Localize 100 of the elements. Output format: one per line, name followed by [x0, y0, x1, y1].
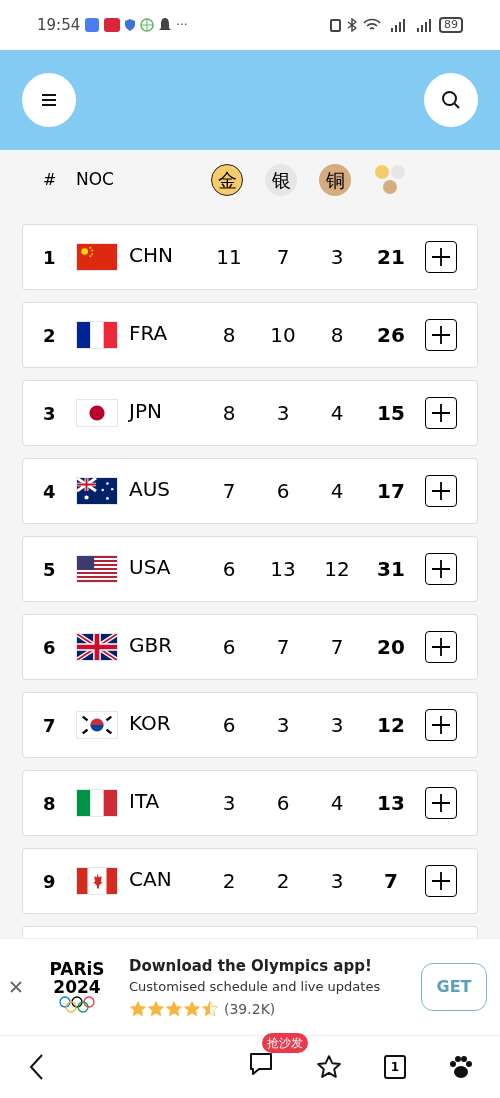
plus-icon: [431, 247, 451, 267]
bluetooth-icon: [347, 18, 357, 32]
menu-icon: [41, 93, 57, 107]
total-count: 21: [376, 244, 406, 271]
expand-button[interactable]: [425, 865, 457, 897]
noc-code: KOR: [129, 710, 172, 737]
first-medal-count: 2: [221, 868, 237, 895]
noc-code: FRA: [129, 320, 169, 347]
close-icon: [9, 980, 23, 994]
close-button[interactable]: [9, 980, 23, 994]
rank: 7: [43, 713, 57, 738]
second-medal-count: 7: [275, 634, 291, 661]
favorite-button[interactable]: [316, 1054, 342, 1080]
comment-button[interactable]: [248, 1050, 274, 1077]
expand-button[interactable]: [425, 553, 457, 585]
rank: 5: [43, 557, 57, 582]
flag-icon: [76, 711, 118, 739]
expand-button[interactable]: [425, 241, 457, 273]
total-count: 17: [376, 478, 406, 505]
star-icon: [316, 1054, 342, 1080]
more-notifications: ···: [176, 17, 188, 34]
ad-title: Download the Olympics app!: [129, 955, 373, 977]
plus-icon: [431, 325, 451, 345]
third-medal-count: 3: [329, 868, 345, 895]
shield-icon: [125, 19, 136, 31]
search-button[interactable]: [424, 73, 478, 127]
first-medal-count: 7: [221, 478, 237, 505]
first-medal-count: 6: [221, 634, 237, 661]
second-medal-count: 3: [275, 400, 291, 427]
tabs-button[interactable]: 1: [384, 1055, 406, 1079]
plus-icon: [431, 637, 451, 657]
third-medal-count: 4: [329, 478, 345, 505]
bell-icon: [159, 18, 172, 32]
noc-code: GBR: [129, 632, 174, 659]
wifi-icon: [363, 18, 381, 32]
search-icon: [441, 90, 461, 110]
first-medal-count: 6: [221, 712, 237, 739]
second-medal-count: 3: [275, 712, 291, 739]
rank: 6: [43, 635, 57, 660]
total-count: 15: [376, 400, 406, 427]
paw-icon: [448, 1054, 474, 1080]
comment-icon: [248, 1050, 274, 1077]
nfc-icon: [330, 18, 341, 32]
second-medal-count: 6: [275, 790, 291, 817]
plus-icon: [431, 559, 451, 579]
first-medal-count: 11: [215, 244, 243, 271]
total-count: 13: [376, 790, 406, 817]
third-medal-count: 4: [329, 790, 345, 817]
second-medal-header: 银: [265, 164, 297, 196]
second-medal-count: 10: [269, 322, 297, 349]
third-medal-count: 7: [329, 634, 345, 661]
status-time: 19:54: [37, 14, 81, 36]
plus-icon: [431, 403, 451, 423]
expand-button[interactable]: [425, 475, 457, 507]
third-medal-count: 12: [323, 556, 351, 583]
expand-button[interactable]: [425, 631, 457, 663]
first-medal-count: 8: [221, 400, 237, 427]
expand-button[interactable]: [425, 319, 457, 351]
flag-icon: [76, 867, 118, 895]
total-count: 12: [376, 712, 406, 739]
rank: 9: [43, 869, 57, 894]
flag-icon: [76, 321, 118, 349]
expand-button[interactable]: [425, 787, 457, 819]
globe-icon: [140, 18, 155, 32]
second-medal-count: 13: [269, 556, 297, 583]
first-medal-count: 6: [221, 556, 237, 583]
expand-button[interactable]: [425, 709, 457, 741]
star-icon: [147, 1000, 165, 1018]
noc-code: JPN: [129, 398, 163, 425]
total-count: 7: [383, 868, 399, 895]
noc-code: USA: [129, 554, 172, 581]
flag-icon: [76, 555, 118, 583]
flag-icon: [76, 633, 118, 661]
star-icon: [183, 1000, 201, 1018]
flag-icon: [76, 399, 118, 427]
third-medal-header: 铜: [319, 164, 351, 196]
total-count: 20: [376, 634, 406, 661]
second-medal-count: 7: [275, 244, 291, 271]
rank-column-header: #: [43, 169, 58, 191]
menu-button[interactable]: [22, 73, 76, 127]
total-count: 26: [376, 322, 406, 349]
total-count: 31: [376, 556, 406, 583]
third-medal-count: 3: [329, 244, 345, 271]
rating-count: (39.2K): [224, 999, 276, 1019]
rank: 4: [43, 479, 57, 504]
flag-icon: [76, 243, 118, 271]
flag-icon: [76, 789, 118, 817]
first-medal-header: 金: [211, 164, 243, 196]
rank: 8: [43, 791, 57, 816]
paris-2024-logo: PARiS 2024: [45, 960, 109, 1014]
plus-icon: [431, 481, 451, 501]
noc-code: CHN: [129, 242, 174, 269]
third-medal-count: 4: [329, 400, 345, 427]
battery-indicator: 89: [439, 17, 463, 33]
plus-icon: [431, 793, 451, 813]
noc-code: AUS: [129, 476, 171, 503]
app-icon: [104, 18, 121, 32]
rank: 3: [43, 401, 57, 426]
expand-button[interactable]: [425, 397, 457, 429]
first-medal-count: 8: [221, 322, 237, 349]
